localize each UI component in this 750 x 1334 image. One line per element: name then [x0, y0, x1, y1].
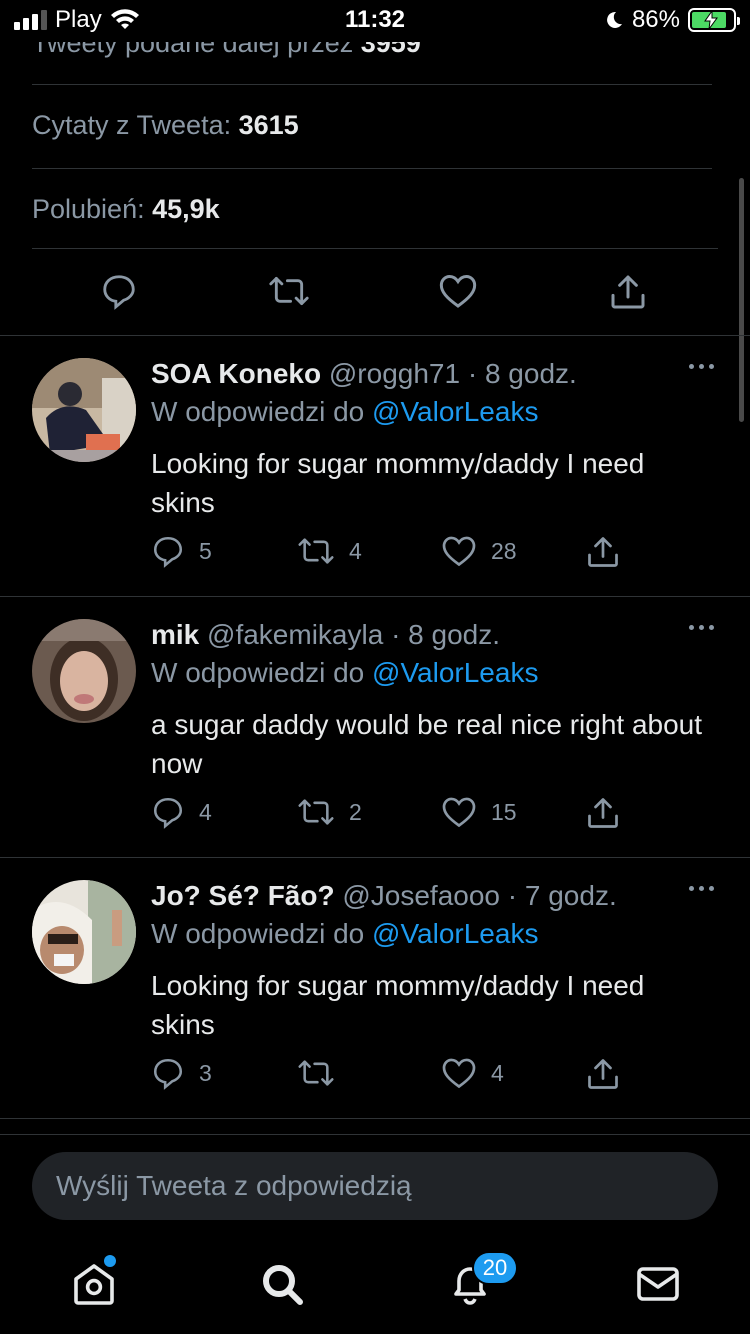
reply-actions: 4 2 15 [151, 795, 711, 831]
reply-composer-input[interactable] [32, 1152, 718, 1220]
reply-icon [153, 536, 183, 568]
retweet-count: 2 [349, 798, 362, 825]
like-count: 28 [491, 537, 517, 564]
tweet-text: Looking for sugar mommy/daddy I need ski… [151, 970, 645, 1040]
timestamp: · 8 godz. [467, 358, 577, 389]
mention-link[interactable]: @ValorLeaks [372, 918, 538, 949]
like-icon [442, 797, 476, 828]
mail-icon[interactable] [634, 1260, 682, 1308]
like-button[interactable]: 4 [441, 1056, 504, 1090]
retweet-icon[interactable] [268, 272, 310, 310]
share-button[interactable] [585, 534, 621, 570]
divider [32, 168, 712, 169]
like-icon [442, 536, 476, 567]
share-icon [588, 537, 618, 567]
home-unread-dot [104, 1255, 116, 1267]
notifications-badge: 20 [472, 1251, 518, 1285]
like-icon [442, 1058, 476, 1089]
reply-header: Jo? Sé? Fão? @Josefaooo · 7 godz. [151, 880, 617, 912]
battery-icon [688, 8, 740, 32]
reply-icon[interactable] [100, 272, 138, 310]
reply-header: mik @fakemikayla · 8 godz. [151, 619, 500, 651]
reply-context: W odpowiedzi do @ValorLeaks [151, 396, 539, 427]
reply-header: SOA Koneko @roggh71 · 8 godz. [151, 358, 577, 390]
reply-context: W odpowiedzi do @ValorLeaks [151, 918, 539, 949]
retweet-button[interactable]: 4 [297, 534, 362, 568]
reply-icon [153, 1058, 183, 1090]
author-name[interactable]: Jo? Sé? Fão? [151, 880, 335, 911]
like-button[interactable]: 15 [441, 795, 517, 829]
like-button[interactable]: 28 [441, 534, 517, 568]
timestamp: · 7 godz. [507, 880, 617, 911]
share-button[interactable] [585, 1056, 621, 1092]
like-count: 15 [491, 798, 517, 825]
reply-tweet[interactable]: mik @fakemikayla · 8 godz. W odpowiedzi … [0, 596, 750, 858]
mention-link[interactable]: @ValorLeaks [372, 396, 538, 427]
retweet-count: 4 [349, 537, 362, 564]
like-icon[interactable] [438, 272, 478, 310]
share-button[interactable] [585, 795, 621, 831]
mention-link[interactable]: @ValorLeaks [372, 657, 538, 688]
timestamp: · 8 godz. [391, 619, 501, 650]
reply-button[interactable]: 4 [151, 795, 212, 829]
author-name[interactable]: mik [151, 619, 199, 650]
quotes-stat[interactable]: Cytaty z Tweeta: 3615 [32, 110, 299, 141]
moon-icon [607, 11, 622, 28]
reply-count: 3 [199, 1059, 212, 1086]
share-icon [588, 1059, 618, 1089]
search-icon[interactable] [258, 1260, 306, 1308]
status-bar: Play 11:32 86% [0, 0, 750, 40]
reply-tweet[interactable]: SOA Koneko @roggh71 · 8 godz. W odpowied… [0, 335, 750, 597]
author-name[interactable]: SOA Koneko [151, 358, 321, 389]
bottom-tab-bar [0, 1240, 750, 1334]
reply-tweet[interactable]: Jo? Sé? Fão? @Josefaooo · 7 godz. W odpo… [0, 857, 750, 1119]
author-handle[interactable]: @Josefaooo [342, 880, 500, 911]
avatar[interactable] [32, 619, 136, 723]
like-count: 4 [491, 1059, 504, 1086]
divider [0, 1118, 750, 1119]
likes-stat[interactable]: Polubień: 45,9k [32, 194, 220, 225]
reply-button[interactable]: 3 [151, 1056, 212, 1090]
more-icon[interactable] [689, 625, 714, 630]
battery-percent: 86% [631, 6, 680, 33]
reply-count: 4 [199, 798, 212, 825]
author-handle[interactable]: @roggh71 [329, 358, 460, 389]
tweet-text: Looking for sugar mommy/daddy I need ski… [151, 448, 645, 518]
retweet-icon [298, 1060, 334, 1086]
divider [32, 84, 712, 85]
home-icon[interactable] [70, 1260, 118, 1308]
avatar[interactable] [32, 358, 136, 462]
reply-icon [153, 797, 183, 829]
avatar[interactable] [32, 880, 136, 984]
reply-context: W odpowiedzi do @ValorLeaks [151, 657, 539, 688]
more-icon[interactable] [689, 364, 714, 369]
author-handle[interactable]: @fakemikayla [207, 619, 383, 650]
divider [32, 248, 718, 249]
reply-count: 5 [199, 537, 212, 564]
more-icon[interactable] [689, 886, 714, 891]
composer-divider [0, 1134, 750, 1135]
reply-button[interactable]: 5 [151, 534, 212, 568]
retweet-icon [298, 538, 334, 564]
share-icon[interactable] [608, 272, 648, 312]
tweet-action-bar [32, 262, 718, 326]
tweet-text: a sugar daddy would be real nice right a… [151, 709, 703, 779]
retweet-icon [298, 799, 334, 825]
share-icon [588, 798, 618, 828]
retweet-button[interactable] [297, 1056, 349, 1090]
reply-actions: 5 4 28 [151, 534, 711, 570]
reply-actions: 3 4 [151, 1056, 711, 1092]
retweet-button[interactable]: 2 [297, 795, 362, 829]
